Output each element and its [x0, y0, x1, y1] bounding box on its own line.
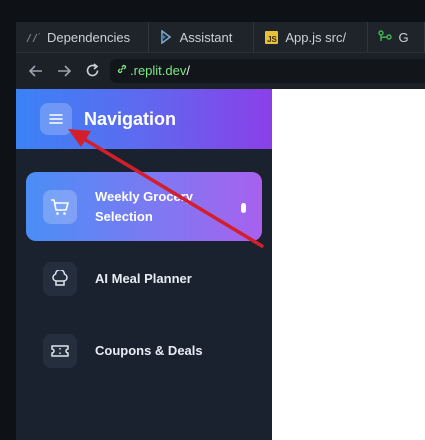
tab-label: Assistant — [179, 29, 233, 45]
javascript-file-icon: JS — [264, 30, 278, 44]
tab-label: G — [398, 29, 409, 45]
tab-dependencies[interactable]: //l Dependencies — [16, 22, 149, 52]
tab-git[interactable]: G — [368, 22, 425, 52]
menu-toggle-button[interactable] — [40, 103, 72, 135]
title-strip — [16, 0, 425, 22]
nav-item-weekly-grocery-selection[interactable]: Weekly Grocery Selection — [26, 172, 262, 241]
chef-hat-icon — [43, 261, 77, 296]
cart-icon — [43, 189, 77, 224]
tab-label: Dependencies — [47, 29, 131, 45]
nav-item-label: Coupons & Deals — [95, 342, 203, 358]
tab-app-js[interactable]: JS App.js src/ — [254, 22, 368, 52]
forward-button[interactable] — [50, 57, 78, 85]
url-input[interactable]: .replit.dev / — [110, 58, 425, 83]
editor-tab-bar: //l Dependencies Assistant JS App.js src… — [16, 22, 425, 53]
nav-item-label: AI Meal Planner — [95, 270, 192, 286]
arrow-left-icon — [29, 64, 42, 77]
js-badge: JS — [264, 30, 278, 44]
assistant-icon — [159, 30, 173, 44]
arrow-right-icon — [58, 64, 71, 77]
sidebar-header: Navigation — [16, 89, 272, 149]
link-icon — [116, 63, 128, 78]
ticket-icon — [43, 333, 77, 368]
tab-assistant[interactable]: Assistant — [149, 22, 255, 52]
editor-gutter — [0, 0, 17, 440]
nav-list: Weekly Grocery Selection AI Meal Planner… — [16, 149, 272, 385]
main-content-area — [272, 89, 425, 440]
nav-item-ai-meal-planner[interactable]: AI Meal Planner — [26, 244, 262, 313]
reload-icon — [86, 63, 98, 77]
nav-item-label: Weekly Grocery Selection — [95, 188, 194, 224]
tab-label: App.js src/ — [285, 29, 347, 45]
app-sidebar: Navigation Weekly Grocery Selection AI M… — [16, 89, 272, 440]
webview-url-bar: .replit.dev / — [16, 53, 425, 88]
active-indicator — [241, 203, 246, 213]
dependencies-icon: //l — [26, 30, 40, 44]
nav-item-coupons-deals[interactable]: Coupons & Deals — [26, 316, 262, 385]
sidebar-title: Navigation — [84, 108, 177, 129]
reload-button[interactable] — [78, 57, 106, 85]
back-button[interactable] — [22, 57, 50, 85]
hamburger-icon — [49, 114, 63, 124]
git-icon — [377, 30, 392, 44]
url-path: / — [186, 63, 190, 78]
svg-text://l: //l — [26, 33, 40, 43]
url-domain: .replit.dev — [130, 63, 187, 78]
